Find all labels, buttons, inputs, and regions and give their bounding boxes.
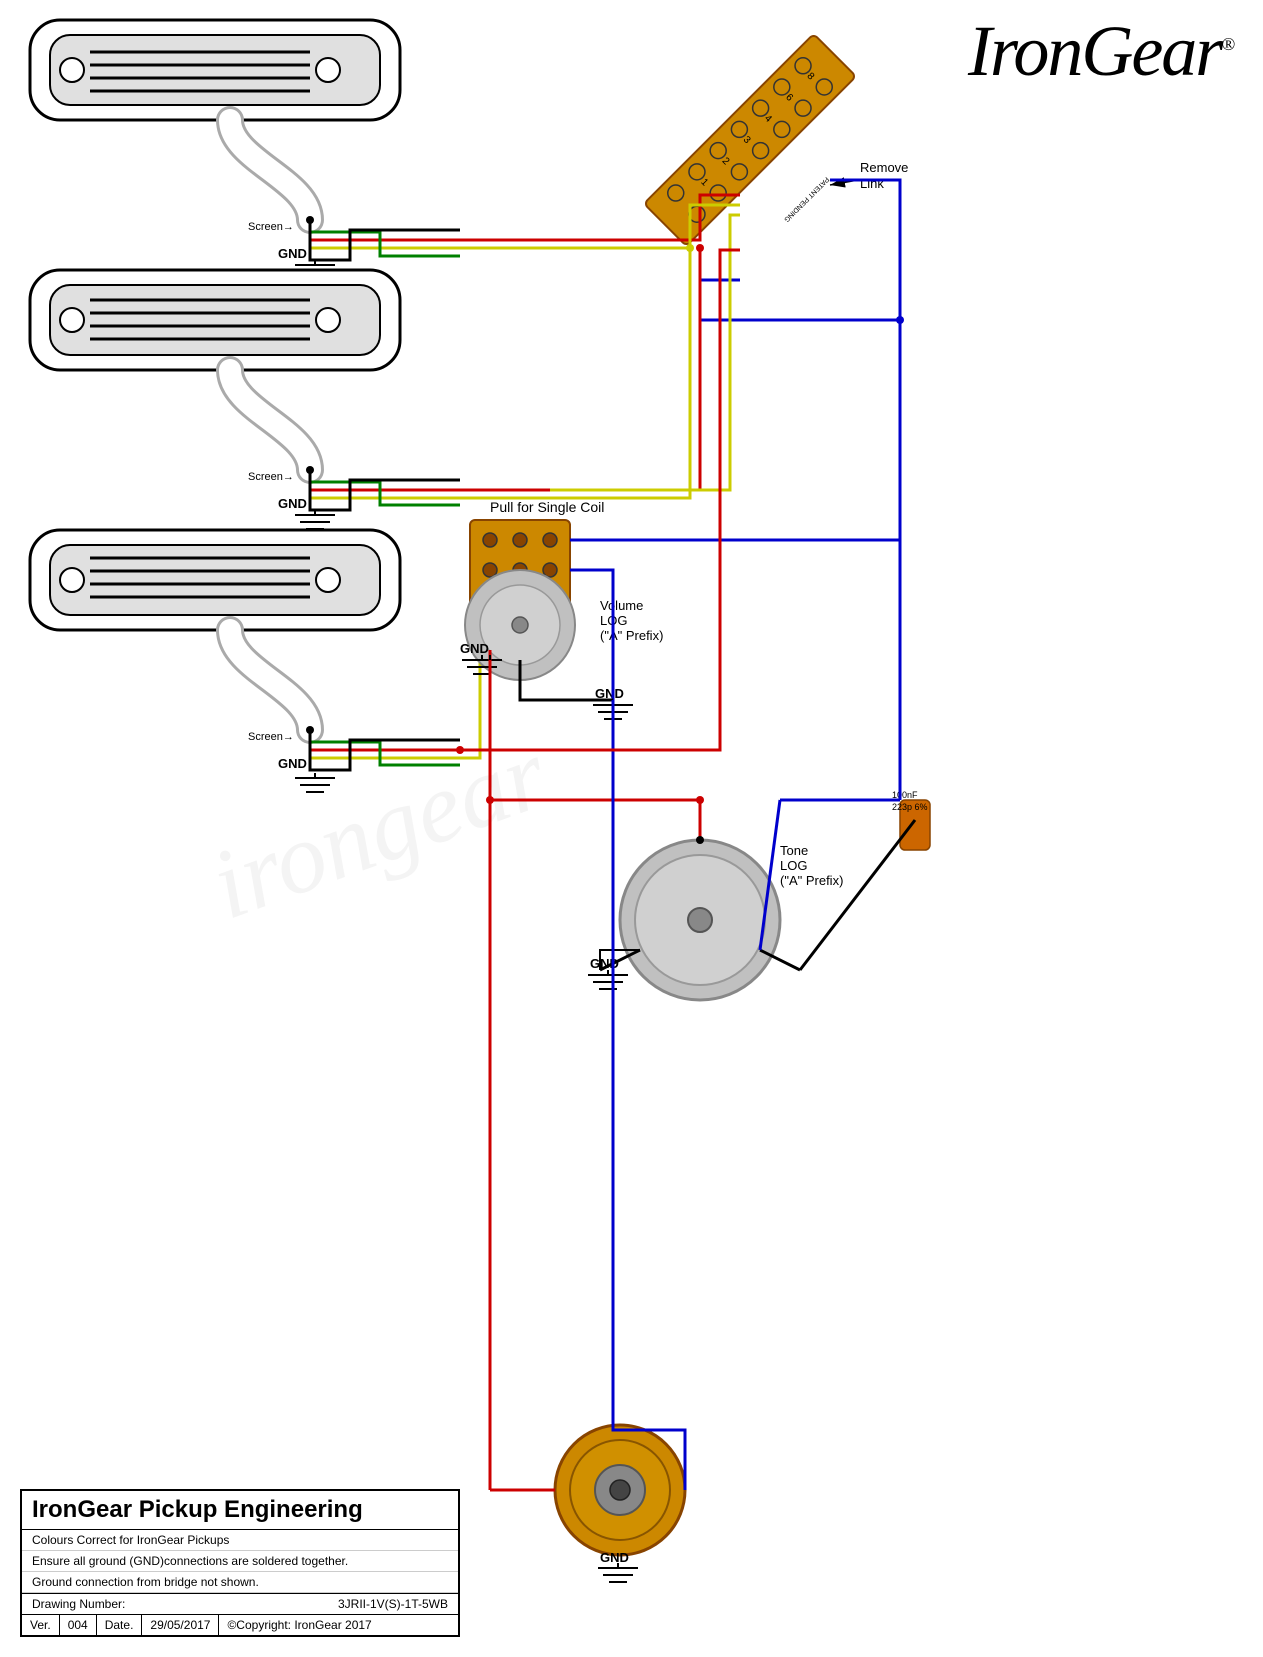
svg-text:GND: GND bbox=[278, 756, 307, 771]
drawing-label: Drawing Number: bbox=[32, 1597, 125, 1611]
svg-text:LOG: LOG bbox=[780, 858, 807, 873]
svg-text:PATENT PENDING: PATENT PENDING bbox=[782, 175, 830, 223]
svg-text:Screen→: Screen→ bbox=[248, 471, 294, 483]
svg-text:Tone: Tone bbox=[780, 843, 808, 858]
svg-text:223p 6%: 223p 6% bbox=[892, 802, 928, 812]
footer-ver-value: 004 bbox=[60, 1615, 97, 1635]
footer-title: IronGear Pickup Engineering bbox=[22, 1491, 458, 1530]
wiring-diagram: Screen→ GND Screen→ GND bbox=[0, 0, 1263, 1657]
svg-text:GND: GND bbox=[590, 956, 619, 971]
footer-line1: Colours Correct for IronGear Pickups bbox=[22, 1530, 458, 1551]
svg-text:Link: Link bbox=[860, 176, 884, 191]
drawing-number: 3JRII-1V(S)-1T-5WB bbox=[338, 1597, 448, 1611]
svg-text:("A" Prefix): ("A" Prefix) bbox=[780, 873, 843, 888]
date-label: Date. bbox=[105, 1618, 134, 1632]
svg-text:GND: GND bbox=[600, 1550, 629, 1565]
date-value: 29/05/2017 bbox=[150, 1618, 210, 1632]
svg-text:("A" Prefix): ("A" Prefix) bbox=[600, 628, 663, 643]
page-container: irongear IronGear® bbox=[0, 0, 1263, 1657]
ver-value: 004 bbox=[68, 1618, 88, 1632]
svg-text:Screen→: Screen→ bbox=[248, 221, 294, 233]
copyright-text: ©Copyright: IronGear 2017 bbox=[227, 1618, 371, 1632]
svg-text:GND: GND bbox=[278, 246, 307, 261]
svg-text:Pull for Single Coil: Pull for Single Coil bbox=[490, 499, 604, 515]
footer-box: IronGear Pickup Engineering Colours Corr… bbox=[20, 1489, 460, 1637]
footer-date-value: 29/05/2017 bbox=[142, 1615, 219, 1635]
footer-ver-label: Ver. bbox=[22, 1615, 60, 1635]
svg-text:Screen→: Screen→ bbox=[248, 731, 294, 743]
footer-drawing: Drawing Number: 3JRII-1V(S)-1T-5WB bbox=[22, 1593, 458, 1614]
footer-bottom: Ver. 004 Date. 29/05/2017 ©Copyright: Ir… bbox=[22, 1614, 458, 1635]
footer-line3: Ground connection from bridge not shown. bbox=[22, 1572, 458, 1593]
ver-label: Ver. bbox=[30, 1618, 51, 1632]
footer-line2: Ensure all ground (GND)connections are s… bbox=[22, 1551, 458, 1572]
footer-copyright: ©Copyright: IronGear 2017 bbox=[219, 1615, 379, 1635]
svg-text:GND: GND bbox=[278, 496, 307, 511]
svg-text:GND: GND bbox=[460, 641, 489, 656]
footer-date-label: Date. bbox=[97, 1615, 143, 1635]
svg-text:Remove: Remove bbox=[860, 160, 908, 175]
svg-text:Volume: Volume bbox=[600, 598, 643, 613]
